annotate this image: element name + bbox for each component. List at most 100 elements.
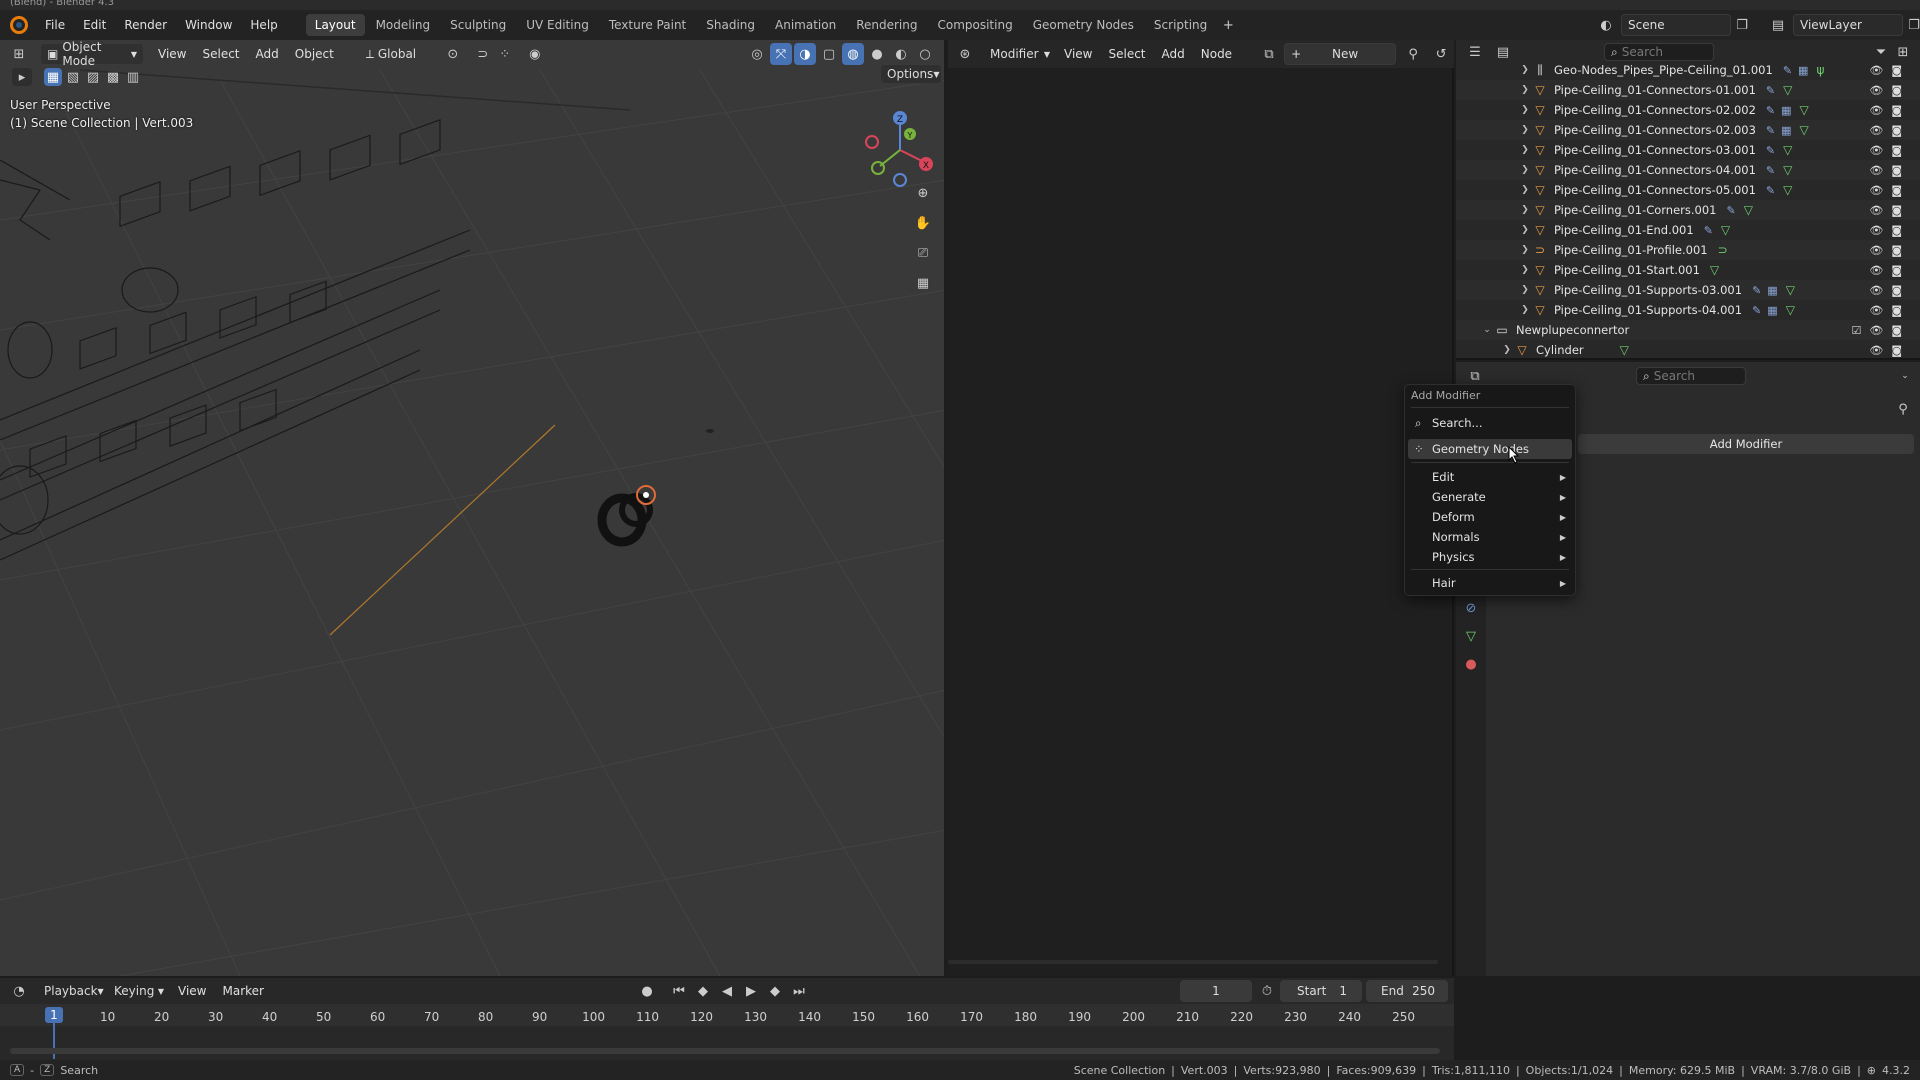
collapse-arrow-icon[interactable]: ⌄ <box>1480 325 1494 335</box>
tab-scripting[interactable]: Scripting <box>1145 14 1216 36</box>
add-modifier-button[interactable]: Add Modifier <box>1578 434 1914 454</box>
snap-target-icon[interactable]: ⁘ <box>494 43 516 65</box>
select-extend-icon[interactable]: ▧ <box>64 68 82 86</box>
viewport-menu-select[interactable]: Select <box>194 40 247 68</box>
material-tab-icon[interactable]: ● <box>1456 650 1486 678</box>
visibility-toggles[interactable]: ☑👁◙ <box>1852 324 1911 337</box>
new-scene-icon[interactable]: ❐ <box>1731 14 1753 36</box>
list-item[interactable]: ❯ ▽ Pipe-Ceiling_01-End.001 ✎ ▽ 👁◙ <box>1456 220 1920 240</box>
visibility-toggles[interactable]: 👁◙ <box>1869 244 1910 257</box>
overlay-toggle-icon[interactable]: ◑ <box>794 43 816 65</box>
outliner-search-input[interactable]: ⌕ Search <box>1604 43 1714 61</box>
gizmo-toggle-icon[interactable]: ⤧ <box>770 43 792 65</box>
chevron-down-icon[interactable]: ⌄ <box>1894 365 1916 387</box>
expand-arrow-icon[interactable]: ❯ <box>1518 265 1532 275</box>
expand-arrow-icon[interactable]: ❯ <box>1518 125 1532 135</box>
list-item[interactable]: ❯ ▽ Pipe-Ceiling_01-Supports-03.001 ✎▦ ▽ 👁◙ <box>1456 280 1920 300</box>
tab-texture-paint[interactable]: Texture Paint <box>600 14 695 36</box>
pin-icon[interactable]: ⚲ <box>1892 398 1914 420</box>
node-editor-scrollbar[interactable] <box>948 960 1438 964</box>
mode-dropdown[interactable]: ▣ Object Mode ▼ <box>40 40 144 68</box>
selected-object[interactable] <box>597 429 714 547</box>
menu-window[interactable]: Window <box>176 10 241 40</box>
node-menu-select[interactable]: Select <box>1100 40 1153 68</box>
expand-arrow-icon[interactable]: ❯ <box>1518 65 1532 75</box>
expand-arrow-icon[interactable]: ❯ <box>1518 245 1532 255</box>
pin-icon[interactable]: ⚲ <box>1402 43 1424 65</box>
visibility-toggles[interactable]: 👁◙ <box>1869 124 1910 137</box>
sync-icon[interactable]: ↺ <box>1430 43 1452 65</box>
xray-icon[interactable]: ▢ <box>818 43 840 65</box>
list-item[interactable]: ❯ ▽ Pipe-Ceiling_01-Connectors-03.001 ✎ ▽ 👁◙ <box>1456 140 1920 160</box>
list-item[interactable]: ❯ ▽ Pipe-Ceiling_01-Connectors-05.001 ✎ ▽ 👁◙ <box>1456 180 1920 200</box>
list-item[interactable]: ❯ ▽ Pipe-Ceiling_01-Start.001 ▽ 👁◙ <box>1456 260 1920 280</box>
visibility-toggles[interactable]: 👁◙ <box>1869 264 1910 277</box>
menu-edit[interactable]: Edit <box>74 10 115 40</box>
node-menu-add[interactable]: Add <box>1154 40 1193 68</box>
camera-icon[interactable]: ⎚ <box>912 242 934 264</box>
menu-search-input[interactable]: ⌕ Search... <box>1408 413 1572 433</box>
solid-shading-icon[interactable]: ● <box>866 43 888 65</box>
menu-item-normals[interactable]: Normals ▶ <box>1408 527 1572 547</box>
tab-uv-editing[interactable]: UV Editing <box>517 14 598 36</box>
list-item[interactable]: ❯ ▽ Pipe-Ceiling_01-Connectors-02.003 ✎▦ ▽ 👁◙ <box>1456 120 1920 140</box>
tab-layout[interactable]: Layout <box>305 14 365 36</box>
menu-item-deform[interactable]: Deform ▶ <box>1408 507 1572 527</box>
expand-arrow-icon[interactable]: ❯ <box>1518 185 1532 195</box>
tab-geometry-nodes[interactable]: Geometry Nodes <box>1024 14 1143 36</box>
outliner[interactable]: ☰ ▤ ⌕ Search ⏷ ⊞ ❯ ⫼ Geo-Nodes_Pipes_Pipe-… <box>1456 40 1920 360</box>
visibility-toggles[interactable]: 👁◙ <box>1869 64 1910 77</box>
visibility-toggles[interactable]: 👁◙ <box>1869 344 1910 357</box>
list-item[interactable]: ❯ ⊃ Pipe-Ceiling_01-Profile.001 ⊃ 👁◙ <box>1456 240 1920 260</box>
visibility-toggles[interactable]: 👁◙ <box>1869 184 1910 197</box>
rendered-shading-icon[interactable]: ○ <box>914 43 936 65</box>
collection-row[interactable]: ⌄ ▭ Newplupeconnertor ☑👁◙ <box>1456 320 1920 340</box>
list-item[interactable]: ❯ ⫼ Geo-Nodes_Pipes_Pipe-Ceiling_01.001 ✎▦ ψ… <box>1456 60 1920 80</box>
node-tree-type-dropdown[interactable]: Modifier ▼ <box>984 43 1056 65</box>
snap-icon[interactable]: ⊃ <box>472 43 494 65</box>
expand-arrow-icon[interactable]: ❯ <box>1518 205 1532 215</box>
tab-compositing[interactable]: Compositing <box>928 14 1021 36</box>
select-tool-icon[interactable]: ▸ <box>12 68 32 86</box>
pan-hand-icon[interactable]: ✋ <box>912 212 934 234</box>
menu-item-edit[interactable]: Edit ▶ <box>1408 467 1572 487</box>
properties-search-input[interactable]: ⌕ Search <box>1636 367 1746 385</box>
geometry-node-editor[interactable]: ⊛ Modifier ▼ View Select Add Node ⧉ + Ne… <box>948 40 1454 976</box>
3d-viewport[interactable]: ⊞ ▣ Object Mode ▼ View Select Add Object… <box>0 40 946 976</box>
tab-shading[interactable]: Shading <box>697 14 764 36</box>
visibility-toggles[interactable]: 👁◙ <box>1869 284 1910 297</box>
visibility-icon[interactable]: ◎ <box>746 43 768 65</box>
material-shading-icon[interactable]: ◐ <box>890 43 912 65</box>
expand-arrow-icon[interactable]: ❯ <box>1518 145 1532 155</box>
editor-type-icon[interactable]: ⊞ <box>8 43 30 65</box>
tab-animation[interactable]: Animation <box>766 14 845 36</box>
zoom-icon[interactable]: ⊕ <box>912 182 934 204</box>
data-tab-icon[interactable]: ▽ <box>1456 622 1486 650</box>
visibility-toggles[interactable]: 👁◙ <box>1869 204 1910 217</box>
node-tree-browse-icon[interactable]: ⧉ <box>1258 43 1280 65</box>
view-layer-selector-icon[interactable]: ▤ <box>1767 14 1789 36</box>
tab-rendering[interactable]: Rendering <box>847 14 926 36</box>
menu-item-geometry-nodes[interactable]: ⁘ Geometry Nodes <box>1408 439 1572 459</box>
select-new-icon[interactable]: ▦ <box>44 68 62 86</box>
visibility-toggles[interactable]: 👁◙ <box>1869 104 1910 117</box>
list-item[interactable]: ❯ ▽ Pipe-Ceiling_01-Corners.001 ✎ ▽ 👁◙ <box>1456 200 1920 220</box>
blender-logo-icon[interactable] <box>10 16 28 34</box>
select-intersect-icon[interactable]: ▥ <box>124 68 142 86</box>
expand-arrow-icon[interactable]: ❯ <box>1518 165 1532 175</box>
tab-modeling[interactable]: Modeling <box>367 14 440 36</box>
visibility-toggles[interactable]: 👁◙ <box>1869 84 1910 97</box>
node-editor-type-icon[interactable]: ⊛ <box>954 43 976 65</box>
pivot-icon[interactable]: ⊙ <box>442 43 464 65</box>
list-item[interactable]: ❯ ▽ Cylinder ▽ 👁◙ <box>1456 340 1920 360</box>
viewport-menu-object[interactable]: Object <box>287 40 342 68</box>
menu-render[interactable]: Render <box>115 10 176 40</box>
list-item[interactable]: ❯ ▽ Pipe-Ceiling_01-Connectors-02.002 ✎▦ ▽ 👁◙ <box>1456 100 1920 120</box>
constraints-tab-icon[interactable]: ⊘ <box>1456 594 1486 622</box>
timeline[interactable]: ◔ Playback ▼ Keying ▼ View Marker ● ⏮ ◆ … <box>0 978 1454 1060</box>
viewport-menu-add[interactable]: Add <box>248 40 287 68</box>
viewport-menu-view[interactable]: View <box>150 40 194 68</box>
expand-arrow-icon[interactable]: ❯ <box>1500 345 1514 355</box>
visibility-toggles[interactable]: 👁◙ <box>1869 304 1910 317</box>
new-node-tree-button[interactable]: + New <box>1284 43 1397 65</box>
